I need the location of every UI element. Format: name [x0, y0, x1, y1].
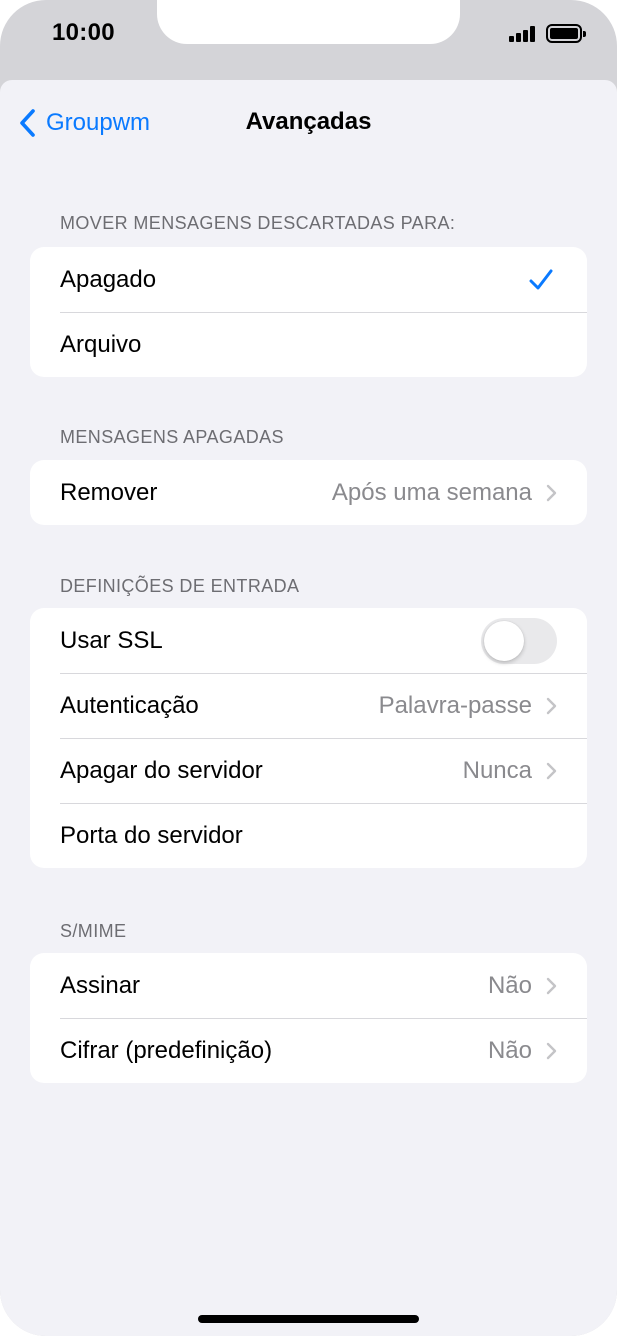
- row-value: Não: [487, 971, 532, 999]
- remove-row[interactable]: Remover Após uma semana: [30, 460, 587, 525]
- row-value: Nunca: [462, 756, 532, 784]
- row-label: Autenticação: [60, 691, 199, 719]
- phone-frame: 10:00 Groupwm Avançadas MOVER MENSAGENS …: [0, 0, 617, 1336]
- home-indicator[interactable]: [198, 1315, 419, 1323]
- row-value: Palavra-passe: [378, 691, 532, 719]
- chevron-right-icon: [546, 484, 557, 501]
- sign-row[interactable]: Assinar Não: [30, 953, 587, 1018]
- use-ssl-toggle[interactable]: [481, 617, 557, 664]
- row-label: Cifrar (predefinição): [60, 1036, 273, 1064]
- page-title: Avançadas: [245, 108, 372, 135]
- authentication-row[interactable]: Autenticação Palavra-passe: [30, 673, 587, 738]
- chevron-right-icon: [546, 977, 557, 994]
- chevron-right-icon: [546, 1042, 557, 1059]
- battery-icon: [546, 24, 586, 43]
- cellular-signal-icon: [509, 26, 537, 42]
- row-label: Porta do servidor: [60, 821, 243, 849]
- chevron-right-icon: [546, 762, 557, 779]
- row-value: Após uma semana: [331, 478, 532, 506]
- encrypt-default-row[interactable]: Cifrar (predefinição) Não: [30, 1018, 587, 1083]
- row-label: Apagado: [60, 265, 157, 293]
- deleted-messages-group: Remover Após uma semana: [30, 460, 587, 525]
- smime-group: Assinar Não Cifrar (predefinição) Não: [30, 953, 587, 1083]
- row-label: Remover: [60, 478, 158, 506]
- option-apagado[interactable]: Apagado: [30, 247, 587, 312]
- section-header-move-discarded: MOVER MENSAGENS DESCARTADAS PARA:: [60, 213, 456, 233]
- section-header-deleted-messages: MENSAGENS APAGADAS: [60, 427, 284, 447]
- row-label: Usar SSL: [60, 626, 163, 654]
- row-label: Assinar: [60, 971, 141, 999]
- delete-from-server-row[interactable]: Apagar do servidor Nunca: [30, 738, 587, 803]
- move-discarded-group: Apagado Arquivo: [30, 247, 587, 377]
- option-arquivo[interactable]: Arquivo: [30, 312, 587, 377]
- status-time: 10:00: [52, 19, 115, 46]
- server-port-row[interactable]: Porta do servidor: [30, 803, 587, 868]
- notch: [157, 0, 460, 44]
- section-header-smime: S/MIME: [60, 921, 127, 941]
- row-label: Arquivo: [60, 330, 142, 358]
- settings-sheet: Groupwm Avançadas MOVER MENSAGENS DESCAR…: [0, 80, 617, 1336]
- chevron-right-icon: [546, 697, 557, 714]
- checkmark-icon: [529, 269, 553, 289]
- section-header-incoming-settings: DEFINIÇÕES DE ENTRADA: [60, 576, 300, 596]
- toggle-knob: [484, 620, 524, 661]
- row-label: Apagar do servidor: [60, 756, 263, 784]
- incoming-settings-group: Usar SSL Autenticação Palavra-passe Apag…: [30, 608, 587, 868]
- use-ssl-row: Usar SSL: [30, 608, 587, 673]
- row-value: Não: [487, 1036, 532, 1064]
